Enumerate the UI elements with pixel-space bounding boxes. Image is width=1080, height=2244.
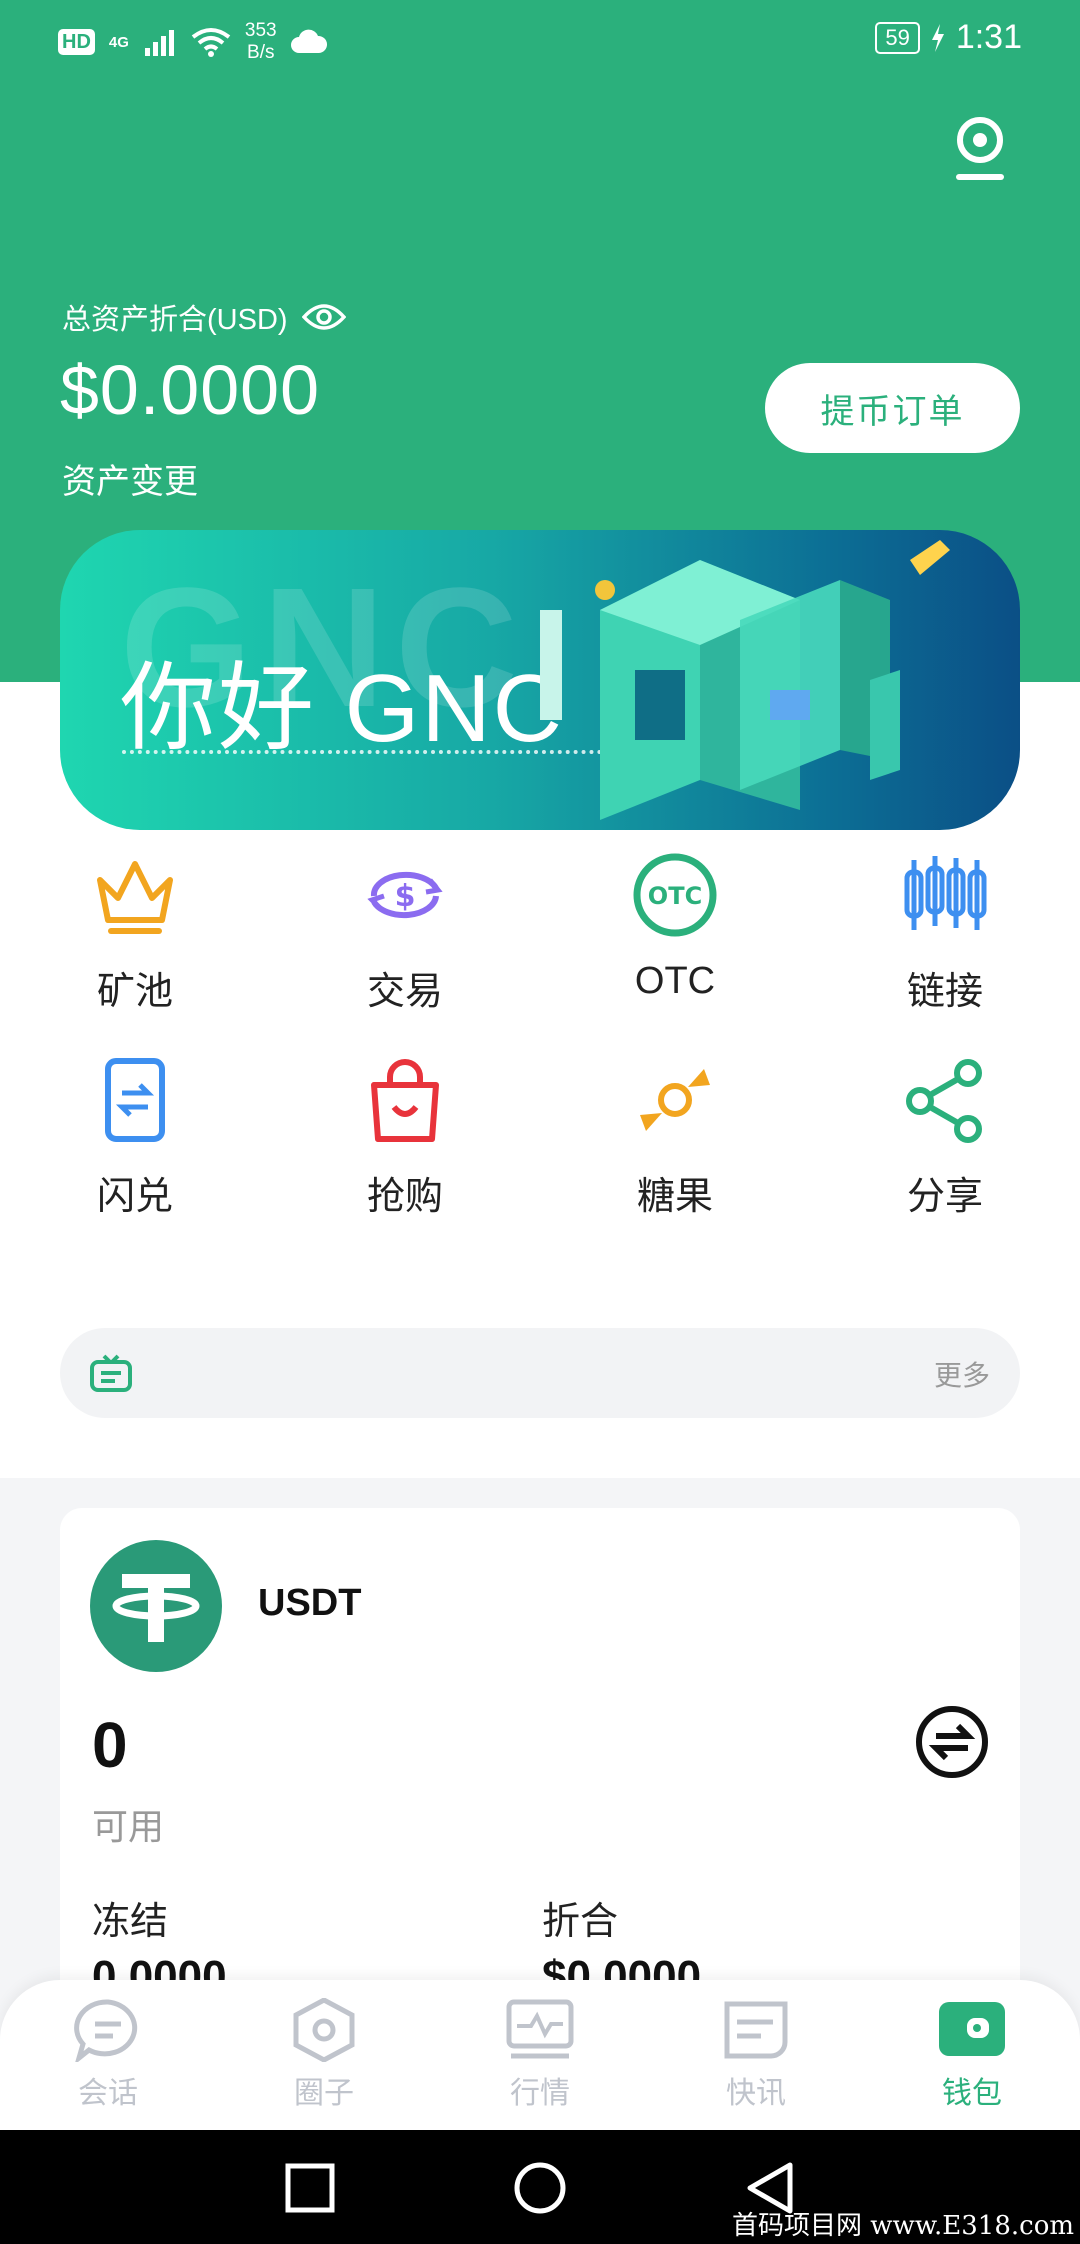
tab-label: 钱包 xyxy=(942,2077,1002,2110)
feature-flash-swap[interactable]: 闪兑 xyxy=(35,1055,235,1220)
usdt-logo-icon xyxy=(90,1540,222,1672)
tab-market[interactable]: 行情 xyxy=(432,1998,648,2112)
tab-chat[interactable]: 会话 xyxy=(0,1998,216,2112)
feature-label: 链接 xyxy=(906,971,983,1013)
market-icon xyxy=(506,1999,574,2059)
exchange-dollar-icon: $ xyxy=(367,871,443,919)
otc-icon: OTC xyxy=(633,853,717,937)
network-speed-unit: B/s xyxy=(247,42,275,63)
watermark: 首码项目网 www.E318.com xyxy=(732,2211,1074,2241)
flash-swap-icon xyxy=(105,1058,165,1142)
feature-label: 闪兑 xyxy=(96,1176,173,1218)
announcement-icon xyxy=(90,1354,132,1392)
coin-name: USDT xyxy=(258,1582,362,1624)
asset-change-link[interactable]: 资产变更 xyxy=(62,454,198,503)
feature-label: 抢购 xyxy=(366,1176,443,1218)
more-link[interactable]: 更多 xyxy=(934,1354,990,1394)
feature-trade[interactable]: $ 交易 xyxy=(305,850,505,1015)
system-navigation-bar: 首码项目网 www.E318.com xyxy=(0,2130,1080,2244)
network-type: 4G xyxy=(108,33,129,51)
status-right: 59 1:31 xyxy=(875,18,1022,57)
battery-indicator: 59 xyxy=(875,21,920,54)
tab-circle[interactable]: 圈子 xyxy=(216,1998,432,2112)
tab-label: 会话 xyxy=(78,2077,138,2110)
feature-label: 糖果 xyxy=(636,1176,713,1218)
eye-icon[interactable] xyxy=(301,303,346,331)
feature-label: OTC xyxy=(634,960,716,1002)
banner-dotted-line xyxy=(122,750,602,754)
svg-text:$: $ xyxy=(395,879,416,914)
hd-badge: HD xyxy=(58,29,95,55)
candlestick-icon xyxy=(904,856,987,930)
status-bar: HD 4G 353 B/s 59 1:31 xyxy=(0,0,1080,80)
tab-wallet[interactable]: 钱包 xyxy=(864,1998,1080,2112)
status-left: HD 4G 353 B/s xyxy=(58,20,327,64)
frozen-label: 冻结 xyxy=(92,1901,169,1943)
available-value: 0 xyxy=(92,1709,128,1781)
feature-label: 交易 xyxy=(366,971,443,1013)
chat-icon xyxy=(74,1999,138,2062)
signal-icon xyxy=(144,30,174,56)
tab-label: 快讯 xyxy=(726,2077,786,2110)
feature-label: 矿池 xyxy=(96,971,173,1013)
charging-icon xyxy=(931,23,944,52)
total-asset-label-text: 总资产折合(USD) xyxy=(62,304,288,336)
isometric-city-illustration xyxy=(540,540,950,820)
recents-button-icon[interactable] xyxy=(282,2160,338,2216)
clock: 1:31 xyxy=(955,18,1022,56)
total-asset-label: 总资产折合(USD) xyxy=(62,296,346,338)
cloud-icon xyxy=(290,29,327,53)
bottom-tab-bar: 会话 圈子 行情 快讯 钱包 xyxy=(0,1980,1080,2130)
hexagon-icon xyxy=(293,1998,355,2062)
home-button-icon[interactable] xyxy=(512,2160,568,2216)
share-icon xyxy=(906,1059,982,1143)
shopping-bag-icon xyxy=(371,1059,439,1142)
tab-label: 行情 xyxy=(510,2077,570,2110)
worth-label: 折合 xyxy=(542,1901,619,1943)
banner-title: 你好 GNC xyxy=(120,655,564,762)
feature-label: 分享 xyxy=(906,1176,983,1218)
news-icon xyxy=(724,2001,788,2059)
swap-icon[interactable] xyxy=(914,1704,990,1780)
total-asset-amount: $0.0000 xyxy=(60,351,321,429)
feature-share[interactable]: 分享 xyxy=(845,1055,1045,1220)
network-speed: 353 B/s xyxy=(245,20,277,64)
tab-label: 圈子 xyxy=(294,2077,354,2110)
feature-mining-pool[interactable]: 矿池 xyxy=(35,850,235,1015)
available-label: 可用 xyxy=(92,1806,165,1847)
candy-icon xyxy=(640,1069,710,1131)
tab-news[interactable]: 快讯 xyxy=(648,1998,864,2112)
feature-link[interactable]: 链接 xyxy=(845,850,1045,1015)
feature-flash-sale[interactable]: 抢购 xyxy=(305,1055,505,1220)
withdraw-orders-button[interactable]: 提币订单 xyxy=(765,363,1020,453)
feature-candy[interactable]: 糖果 xyxy=(575,1055,775,1220)
network-speed-value: 353 xyxy=(244,20,277,41)
wifi-icon xyxy=(191,28,231,57)
wallet-icon xyxy=(939,2002,1005,2056)
announcement-bar[interactable]: 更多 xyxy=(60,1328,1020,1418)
svg-text:OTC: OTC xyxy=(648,882,702,910)
crown-icon xyxy=(97,861,173,934)
feature-otc[interactable]: OTC OTC xyxy=(575,850,775,1003)
profile-icon[interactable] xyxy=(950,112,1010,184)
promo-banner[interactable]: GNC 你好 GNC xyxy=(60,530,1020,830)
